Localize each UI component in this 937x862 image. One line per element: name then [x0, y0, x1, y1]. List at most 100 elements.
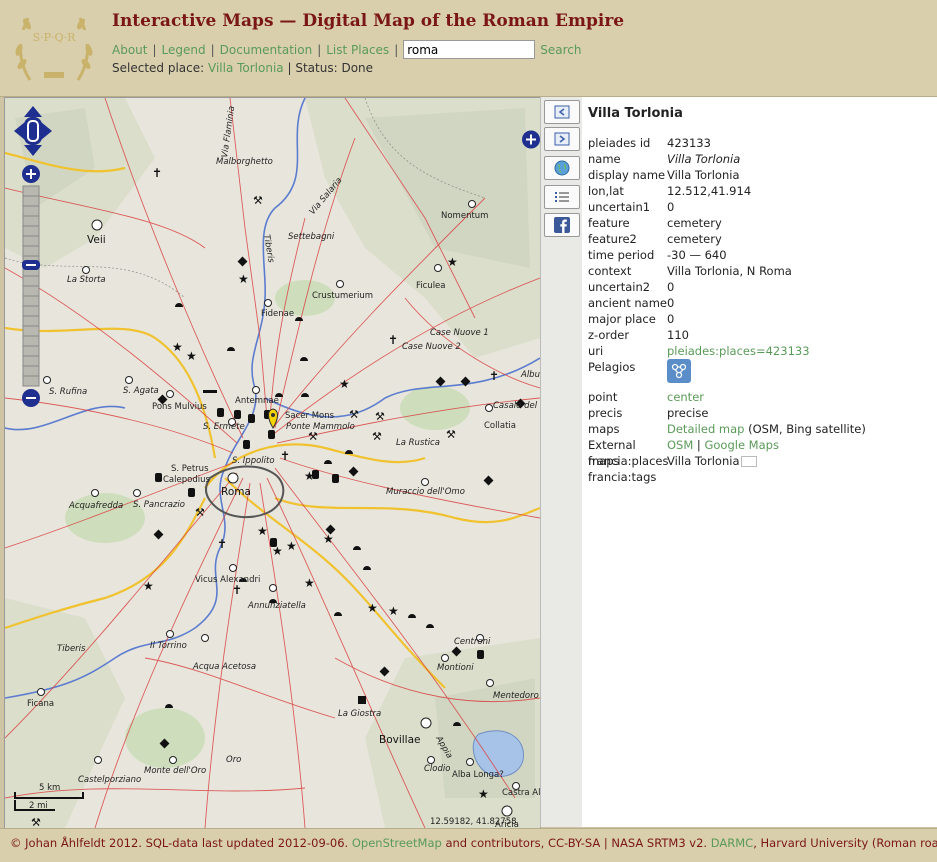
map-label: Collatia: [484, 421, 516, 431]
map-label: Albu: [520, 370, 540, 380]
nav-about[interactable]: About: [112, 43, 147, 57]
page-title: Interactive Maps — Digital Map of the Ro…: [112, 11, 625, 31]
map-canvas[interactable]: ★ ★ ★ ★ ★ ★ ★ ★ ★ ★ ★ ★ ★ ★ ★ ✝ ✝ ✝ ✝ ✝ …: [5, 98, 540, 828]
attr-row: maps Detailed map (OSM, Bing satellite): [588, 422, 866, 436]
darmc-link[interactable]: DARMC: [711, 836, 753, 850]
pelagios-icon[interactable]: [667, 359, 691, 383]
uri-link[interactable]: pleiades:places=423133: [667, 343, 810, 359]
selected-place-link[interactable]: Villa Torlonia: [208, 61, 284, 75]
map-label: S. Ermete: [203, 422, 245, 432]
svg-text:⚒: ⚒: [31, 816, 41, 828]
globe-button[interactable]: [544, 156, 580, 180]
attr-row: point center: [588, 389, 704, 405]
collapse-left-icon: [554, 105, 570, 119]
facebook-button[interactable]: [544, 213, 580, 237]
map-label: Casale del: [493, 401, 538, 411]
map-label: Case Nuove 2: [402, 342, 461, 352]
map-label: S. Ippolito: [232, 456, 275, 466]
svg-text:⚒: ⚒: [375, 410, 385, 423]
svg-text:✝: ✝: [217, 537, 227, 551]
map-label: Montioni: [437, 663, 474, 673]
nav-list-places[interactable]: List Places: [326, 43, 389, 57]
map-label: Acquafredda: [68, 501, 123, 511]
attr-row: major place 0: [588, 312, 675, 326]
attr-row: francia:places Villa Torlonia: [588, 453, 933, 469]
status-label: Status:: [295, 61, 338, 75]
pan-up-icon[interactable]: [24, 106, 42, 117]
map-label: Bovillae: [379, 734, 421, 746]
attr-row: uncertain2 0: [588, 280, 675, 294]
svg-text:★: ★: [286, 539, 297, 553]
attr-row-pelagios: Pelagios: [588, 359, 933, 389]
facebook-icon: [554, 217, 570, 233]
attr-row: time period -30 — 640: [588, 248, 727, 262]
search-button[interactable]: Search: [540, 43, 581, 57]
attr-row: context Villa Torlonia, N Roma: [588, 264, 792, 278]
pan-control[interactable]: [14, 106, 52, 156]
attr-row: uncertain1 0: [588, 200, 675, 214]
list-icon: [555, 192, 569, 202]
attr-row: ancient name 0: [588, 296, 675, 310]
map-label: Nomentum: [441, 211, 488, 221]
svg-text:★: ★: [367, 601, 378, 615]
expand-panel-button[interactable]: [544, 127, 580, 151]
svg-text:★: ★: [172, 340, 183, 354]
map-label: Sacer Mons: [285, 411, 335, 421]
svg-text:★: ★: [388, 604, 399, 618]
attr-row: feature cemetery: [588, 216, 722, 230]
pan-left-icon[interactable]: [14, 122, 25, 140]
side-toolbar: [540, 97, 583, 827]
place-info-panel: Villa Torlonia pleiades id 423133 name Vil…: [582, 97, 937, 827]
attr-row: External maps OSM | Google Maps: [588, 438, 779, 468]
openstreetmap-link[interactable]: OpenStreetMap: [352, 836, 442, 850]
map-label: Monte dell'Oro: [144, 766, 206, 776]
footer: © Johan Åhlfeldt 2012. SQL-data last upd…: [0, 828, 937, 862]
nav-legend[interactable]: Legend: [162, 43, 206, 57]
map-label: La Storta: [67, 275, 106, 285]
detailed-map-link[interactable]: Detailed map: [667, 422, 744, 436]
cursor-coords: 12.59182, 41.82758: [430, 817, 517, 827]
svg-text:★: ★: [323, 532, 334, 546]
layer-switcher-icon[interactable]: [521, 130, 540, 149]
globe-icon: [554, 160, 570, 176]
map-label: Annunziatella: [247, 601, 306, 611]
map-label: Castra All: [502, 788, 540, 798]
svg-text:✝: ✝: [388, 333, 398, 347]
pan-down-icon[interactable]: [24, 145, 42, 156]
map-label: Calepodius: [163, 475, 210, 485]
svg-text:★: ★: [238, 272, 249, 286]
map-label: La Rustica: [396, 438, 440, 448]
svg-text:⚒: ⚒: [446, 428, 456, 441]
map-label: Ponte Mammolo: [286, 422, 355, 432]
list-button[interactable]: [544, 185, 580, 209]
point-center-link[interactable]: center: [667, 389, 704, 405]
header: S·P·Q·R Interactive Maps — Digital Map o…: [0, 0, 937, 97]
attr-row: feature2 cemetery: [588, 232, 722, 246]
map-label: Oro: [226, 755, 241, 765]
attr-row: precis precise: [588, 406, 709, 420]
attr-row: z-order 110: [588, 328, 689, 342]
francia-input-box[interactable]: [740, 456, 757, 467]
map-label: Il Torrino: [150, 641, 187, 651]
pan-right-icon[interactable]: [41, 122, 52, 140]
google-maps-link[interactable]: Google Maps: [704, 438, 778, 452]
map-label: Veii: [87, 234, 106, 246]
svg-text:✝: ✝: [280, 449, 290, 463]
map-label: S. Agata: [123, 386, 159, 396]
svg-text:★: ★: [257, 524, 268, 538]
map-label: Fidenae: [261, 309, 294, 319]
attr-row: lon,lat 12.512,41.914: [588, 184, 752, 198]
place-attributes: pleiades id 423133 name Villa Torlonia dis…: [588, 135, 933, 485]
osm-link[interactable]: OSM: [667, 438, 693, 452]
nav-documentation[interactable]: Documentation: [220, 43, 313, 57]
search-input[interactable]: [403, 40, 536, 59]
svg-text:⚒: ⚒: [253, 194, 263, 207]
map-label: Ficulea: [416, 281, 446, 291]
map-viewport[interactable]: ★ ★ ★ ★ ★ ★ ★ ★ ★ ★ ★ ★ ★ ★ ★ ✝ ✝ ✝ ✝ ✝ …: [4, 97, 541, 829]
map-label: La Giostra: [338, 709, 381, 719]
place-title: Villa Torlonia: [588, 106, 683, 121]
map-label: Pons Mulvius: [152, 402, 207, 412]
collapse-panel-button[interactable]: [544, 100, 580, 124]
zoom-control[interactable]: [21, 164, 41, 413]
attr-row: display name Villa Torlonia: [588, 168, 740, 182]
